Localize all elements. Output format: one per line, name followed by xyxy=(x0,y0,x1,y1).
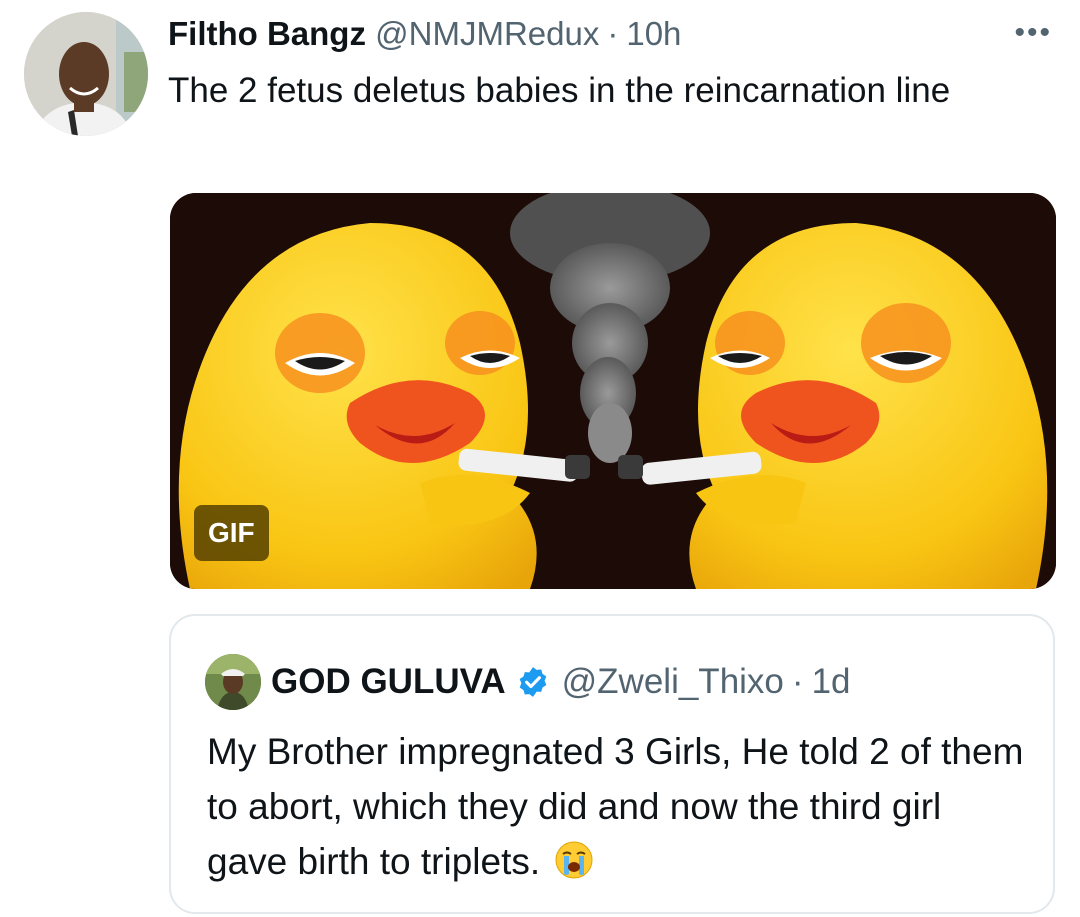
tweet-time[interactable]: 10h xyxy=(626,15,681,52)
quoted-tweet-header: GOD GULUVA @Zweli_Thixo · 1d xyxy=(271,660,851,704)
loudly-crying-face-icon xyxy=(555,841,593,879)
tweet-text: The 2 fetus deletus babies in the reinca… xyxy=(168,71,951,110)
quoted-author-avatar[interactable] xyxy=(205,654,261,710)
gif-badge: GIF xyxy=(194,505,269,561)
quoted-tweet-time[interactable]: 1d xyxy=(812,660,851,704)
separator: · xyxy=(791,662,804,701)
separator: · xyxy=(607,15,619,52)
quoted-author-name[interactable]: GOD GULUVA xyxy=(271,660,506,704)
author-handle[interactable]: @NMJMRedux xyxy=(375,15,599,52)
author-name[interactable]: Filtho Bangz xyxy=(168,15,366,52)
more-horizontal-icon[interactable]: ••• xyxy=(1014,16,1052,50)
gif-media[interactable]: GIF xyxy=(170,193,1056,589)
author-avatar[interactable] xyxy=(24,12,148,136)
quoted-tweet-body: My Brother impregnated 3 Girls, He told … xyxy=(207,731,1024,882)
verified-badge-icon xyxy=(519,667,546,697)
quoted-author-handle[interactable]: @Zweli_Thixo xyxy=(562,660,784,704)
quoted-tweet-text: My Brother impregnated 3 Girls, He told … xyxy=(207,724,1027,889)
quoted-tweet-card[interactable]: GOD GULUVA @Zweli_Thixo · 1d My Brother im… xyxy=(169,614,1055,914)
tweet-header: Filtho Bangz @NMJMRedux · 10h xyxy=(168,14,681,54)
